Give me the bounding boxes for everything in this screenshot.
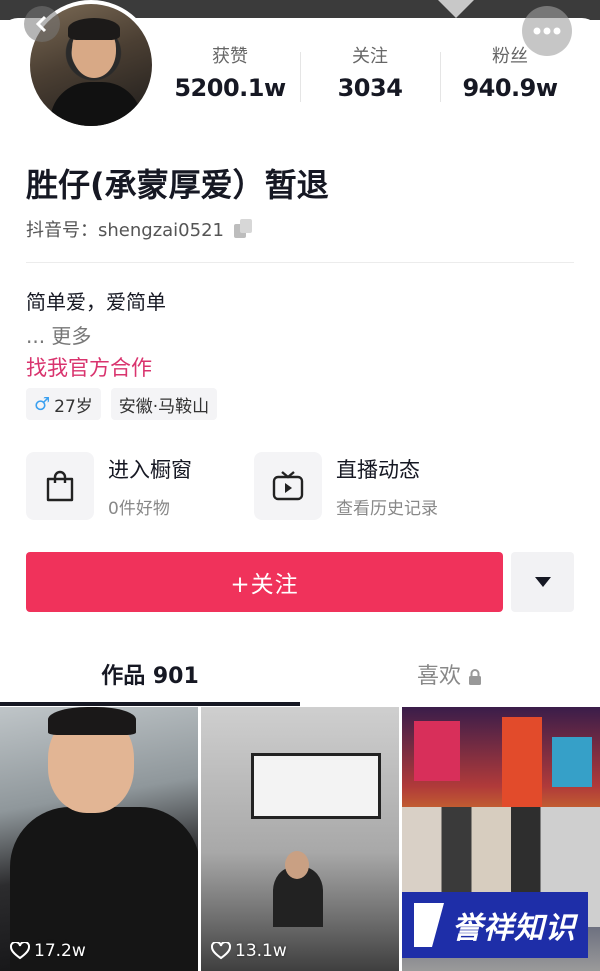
chevron-left-icon	[35, 15, 47, 33]
showcase-title: 进入橱窗	[108, 457, 192, 482]
thumbnail-neon-sign	[502, 717, 542, 807]
back-button[interactable]	[24, 6, 60, 42]
thumbnail-figure	[48, 707, 136, 735]
video-thumbnail[interactable]: 17.2w	[0, 707, 198, 971]
stat-label: 获赞	[212, 46, 248, 67]
tab-works[interactable]: 作品 901	[0, 648, 300, 706]
pull-down-indicator	[438, 0, 474, 18]
active-tab-indicator	[0, 702, 300, 706]
copy-icon[interactable]	[233, 219, 254, 239]
location-text: 安徽·马鞍山	[118, 396, 210, 417]
video-thumbnail[interactable]: 13.1w	[201, 707, 399, 971]
ellipsis-icon	[533, 27, 561, 35]
content-tabs: 作品 901 喜欢	[0, 648, 600, 706]
profile-name: 胜仔(承蒙厚爱）暂退	[26, 166, 329, 204]
location-tag: 安徽·马鞍山	[110, 388, 218, 420]
like-count-text: 17.2w	[34, 941, 86, 961]
age-text: 27岁	[54, 396, 93, 417]
caret-down-icon	[534, 577, 551, 587]
video-like-count: 17.2w	[10, 941, 86, 961]
like-count-text: 13.1w	[235, 941, 287, 961]
live-history-entry[interactable]: 直播动态 查看历史记录	[254, 452, 438, 520]
douyin-id-value: shengzai0521	[98, 220, 224, 241]
profile-tags: ♂ 27岁 安徽·马鞍山	[26, 388, 218, 420]
thumbnail-neon-sign	[414, 721, 460, 781]
stat-label: 关注	[352, 46, 388, 67]
live-title: 直播动态	[336, 457, 420, 482]
stat-value: 3034	[337, 74, 403, 102]
shopping-bag-icon	[26, 452, 94, 520]
live-subtitle: 查看历史记录	[336, 498, 438, 519]
watermark-mark	[414, 903, 444, 947]
douyin-id-row: 抖音号：shengzai0521	[26, 216, 254, 242]
tv-play-icon	[254, 452, 322, 520]
tab-likes[interactable]: 喜欢	[300, 648, 600, 706]
recommend-dropdown-button[interactable]	[511, 552, 574, 612]
thumbnail-neon-sign	[552, 737, 592, 787]
follow-button[interactable]: +关注	[26, 552, 503, 612]
stat-followers[interactable]: 粉丝 940.9w	[440, 44, 580, 114]
lock-icon	[469, 669, 481, 685]
divider	[26, 262, 574, 263]
thumbnail-painting	[251, 753, 381, 819]
tab-works-label: 作品 901	[101, 664, 199, 689]
profile-stats: 获赞 5200.1w 关注 3034 粉丝 940.9w	[160, 44, 580, 114]
thumbnail-figure	[285, 851, 309, 879]
bio-more-link[interactable]: ... 更多	[26, 320, 91, 349]
douyin-id-label: 抖音号：	[26, 220, 98, 241]
watermark-text: 誉祥知识	[452, 911, 576, 946]
showcase-subtitle: 0件好物	[108, 498, 170, 519]
heart-icon	[211, 942, 231, 960]
stat-value: 940.9w	[462, 74, 558, 102]
cooperation-link[interactable]: 找我官方合作	[26, 352, 152, 382]
stat-likes[interactable]: 获赞 5200.1w	[160, 44, 300, 114]
bio-text: 简单爱，爱简单	[26, 290, 166, 314]
male-icon: ♂	[34, 393, 51, 415]
avatar-shirt	[50, 82, 142, 126]
more-options-button[interactable]	[522, 6, 572, 56]
stat-following[interactable]: 关注 3034	[300, 44, 440, 114]
video-like-count: 13.1w	[211, 941, 287, 961]
stat-value: 5200.1w	[174, 74, 286, 102]
showcase-entry[interactable]: 进入橱窗 0件好物	[26, 452, 192, 520]
age-tag: ♂ 27岁	[26, 388, 101, 420]
watermark-logo: 誉祥知识	[402, 892, 588, 958]
tab-likes-label: 喜欢	[416, 664, 461, 689]
avatar-hair	[68, 18, 120, 40]
heart-icon	[10, 942, 30, 960]
